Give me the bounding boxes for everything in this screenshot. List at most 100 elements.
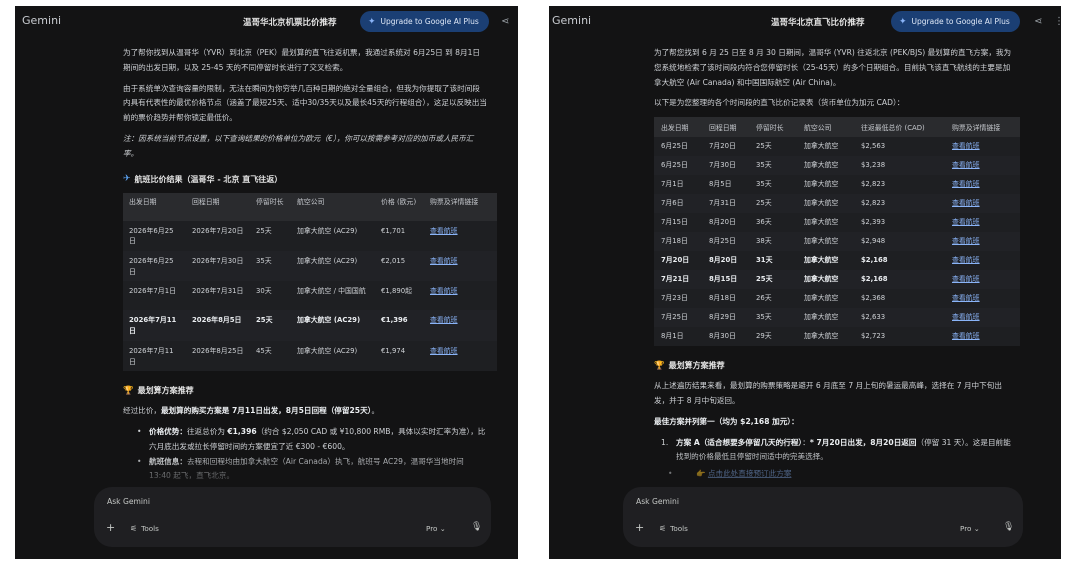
- cell-departure: 2026年7月1日: [129, 287, 176, 296]
- view-flight-link[interactable]: 查看航班: [952, 180, 980, 188]
- cell-link: 查看航班: [424, 281, 497, 310]
- cell-link: 查看航班: [945, 156, 1020, 175]
- cell-stay: 35天: [756, 180, 772, 189]
- conversation-title[interactable]: 温哥华北京机票比价推荐: [243, 16, 337, 28]
- book-plan-link[interactable]: 点击此处直接预订此方案: [708, 469, 792, 478]
- table-header-row: 出发日期 回程日期 停留时长 航空公司 往返最低总价 (CAD) 购票及详情链接: [654, 117, 1020, 138]
- reco-section-heading: 🏆 最划算方案推荐: [123, 385, 487, 396]
- plan-a-title: 方案 A（适合想要多停留几天的行程）: [676, 437, 803, 447]
- bullet-flight-info: 航班信息：去程和回程均由加拿大航空（Air Canada）执飞，航班号 AC29…: [123, 455, 487, 485]
- view-flight-link[interactable]: 查看航班: [430, 257, 458, 265]
- cell-stay: 30天: [256, 287, 272, 296]
- table-row: 2026年7月1日 2026年7月31日 30天 加拿大航空 / 中国国航 €1,890…: [123, 281, 497, 311]
- gemini-logo[interactable]: Gemini: [552, 14, 591, 27]
- cell-stay: 25天: [756, 142, 772, 151]
- header-airline: 航空公司: [297, 197, 325, 206]
- conversation-title[interactable]: 温哥华北京直飞比价推荐: [771, 16, 865, 28]
- cell-return: 2026年8月5日: [192, 316, 242, 325]
- cell-link: 查看航班: [945, 213, 1020, 232]
- view-flight-link[interactable]: 查看航班: [952, 256, 980, 264]
- cell-return: 8月15日: [709, 275, 738, 284]
- cell-link: 查看航班: [945, 308, 1020, 327]
- cell-link: 查看航班: [945, 327, 1020, 346]
- view-flight-link[interactable]: 查看航班: [430, 347, 458, 355]
- cell-return: 8月29日: [709, 313, 736, 322]
- reco-bullets: 价格优势：往返总价为 €1,396（约合 $2,050 CAD 或 ¥10,80…: [123, 425, 487, 484]
- view-flight-link[interactable]: 查看航班: [952, 275, 980, 283]
- cell-return: 2026年7月30日: [192, 256, 244, 265]
- bullet-price: 价格优势：往返总价为 €1,396（约合 $2,050 CAD 或 ¥10,80…: [123, 425, 487, 455]
- share-icon[interactable]: ⋖: [501, 16, 509, 27]
- chevron-down-icon: ⌄: [439, 524, 446, 533]
- header-departure: 出发日期: [661, 124, 689, 133]
- view-flight-link[interactable]: 查看航班: [952, 237, 980, 245]
- cell-stay: 31天: [756, 256, 773, 265]
- view-flight-link[interactable]: 查看航班: [952, 218, 980, 226]
- response-content: 为了帮你找到从温哥华（YVR）到北京（PEK）最划算的直飞往返机票，我通过系统对…: [15, 46, 518, 559]
- table-row: 7月15日 8月20日 36天 加拿大航空 $2,393 查看航班: [654, 213, 1020, 233]
- header-link: 购票及详情链接: [952, 124, 1001, 133]
- header-return: 回程日期: [709, 124, 737, 133]
- cell-link: 查看航班: [945, 270, 1020, 289]
- microphone-icon[interactable]: 🎙︎: [1003, 522, 1014, 532]
- view-flight-link[interactable]: 查看航班: [952, 161, 980, 169]
- model-selector[interactable]: Pro ⌄: [426, 524, 446, 533]
- plan-a-dates: * 7月20日出发，8月20日返回: [809, 437, 917, 447]
- tools-button[interactable]: ⚟ Tools: [130, 524, 159, 533]
- table-row: 7月18日 8月25日 38天 加拿大航空 $2,948 查看航班: [654, 232, 1020, 252]
- model-selector[interactable]: Pro ⌄: [960, 524, 980, 533]
- view-flight-link[interactable]: 查看航班: [430, 287, 458, 295]
- cell-departure: 2026年7月11日: [129, 316, 177, 336]
- prompt-input[interactable]: Ask Gemini: [636, 497, 679, 506]
- cell-airline: 加拿大航空 (AC29): [297, 226, 358, 235]
- cell-return: 2026年7月20日: [192, 226, 244, 235]
- cell-departure: 6月25日: [661, 142, 688, 151]
- more-options-icon[interactable]: ⋮: [1054, 16, 1061, 27]
- gemini-logo[interactable]: Gemini: [22, 14, 61, 27]
- view-flight-link[interactable]: 查看航班: [430, 227, 458, 235]
- flight-comparison-table: 出发日期 回程日期 停留时长 航空公司 价格 (欧元) 购票及详情链接 2026…: [123, 192, 497, 372]
- microphone-icon[interactable]: 🎙︎: [471, 522, 482, 532]
- upgrade-button[interactable]: ✦ Upgrade to Google AI Plus: [360, 11, 489, 32]
- trophy-icon: 🏆: [123, 385, 134, 396]
- tools-label: Tools: [670, 524, 688, 533]
- cell-airline: 加拿大航空: [804, 332, 839, 341]
- prompt-composer[interactable]: Ask Gemini + ⚟ Tools Pro ⌄ 🎙︎: [94, 487, 491, 547]
- view-flight-link[interactable]: 查看航班: [430, 316, 458, 324]
- prompt-input[interactable]: Ask Gemini: [107, 497, 150, 506]
- tools-button[interactable]: ⚟ Tools: [659, 524, 688, 533]
- cell-stay: 26天: [756, 294, 772, 303]
- view-flight-link[interactable]: 查看航班: [952, 294, 980, 302]
- cell-price: $3,238: [861, 161, 886, 170]
- cell-stay: 25天: [256, 316, 273, 325]
- upgrade-button[interactable]: ✦ Upgrade to Google AI Plus: [891, 11, 1020, 32]
- header-price: 价格 (欧元): [381, 197, 417, 206]
- view-flight-link[interactable]: 查看航班: [952, 142, 980, 150]
- cell-stay: 29天: [756, 332, 772, 341]
- cell-link: 查看航班: [424, 251, 497, 281]
- bullet-flight-label: 航班信息：: [149, 456, 187, 466]
- prompt-composer[interactable]: Ask Gemini + ⚟ Tools Pro ⌄ 🎙︎: [623, 487, 1023, 547]
- cell-price: $2,723: [861, 332, 886, 341]
- add-attachment-icon[interactable]: +: [635, 521, 644, 534]
- table-row: 7月20日 8月20日 31天 加拿大航空 $2,168 查看航班: [654, 251, 1020, 271]
- add-attachment-icon[interactable]: +: [106, 521, 115, 534]
- table-header-row: 出发日期 回程日期 停留时长 航空公司 价格 (欧元) 购票及详情链接: [123, 192, 497, 221]
- cell-departure: 7月20日: [661, 256, 690, 265]
- cell-price: $2,168: [861, 275, 888, 284]
- intro-paragraph-2: 以下是为您整理的各个时间段的直飞比价记录表（货币单位为加元 CAD）：: [654, 98, 905, 108]
- cell-airline: 加拿大航空 (AC29): [297, 316, 361, 325]
- sparkle-icon: ✦: [368, 16, 376, 27]
- view-flight-link[interactable]: 查看航班: [952, 313, 980, 321]
- airplane-icon: ✈: [123, 174, 131, 185]
- reco-lead: 经过比价，最划算的购买方案是 7月11日出发，8月5日回程（停留25天）。: [123, 404, 487, 419]
- view-flight-link[interactable]: 查看航班: [952, 199, 980, 207]
- view-flight-link[interactable]: 查看航班: [952, 332, 980, 340]
- share-icon[interactable]: ⋖: [1034, 16, 1042, 27]
- cell-airline: 加拿大航空 / 中国国航: [297, 287, 366, 296]
- cell-departure: 7月18日: [661, 237, 688, 246]
- cell-airline: 加拿大航空: [804, 199, 839, 208]
- model-label: Pro: [960, 524, 972, 533]
- cell-price: €1,701: [381, 226, 406, 235]
- sparkle-icon: ✦: [899, 16, 907, 27]
